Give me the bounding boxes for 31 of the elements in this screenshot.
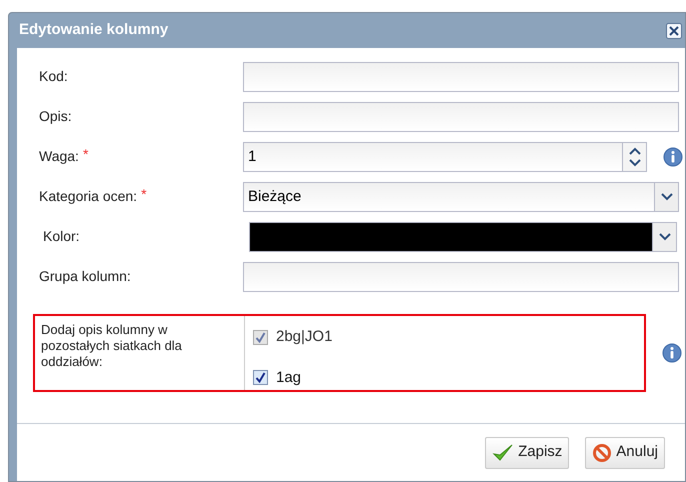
- field-label: Opis:: [39, 107, 72, 126]
- check-icon: [255, 372, 266, 384]
- field-label: Kategoria ocen:: [39, 187, 138, 206]
- field-label: Waga:: [39, 147, 79, 166]
- select-field[interactable]: Bieżące: [243, 182, 679, 212]
- required-mark: *: [82, 146, 88, 164]
- info-icon[interactable]: [663, 147, 683, 167]
- close-icon[interactable]: [666, 22, 682, 38]
- checkbox-label: 2bg|JO1: [276, 327, 332, 347]
- checkbox[interactable]: [253, 370, 268, 386]
- info-icon[interactable]: [662, 343, 682, 363]
- section-label: Dodaj opis kolumny w pozostałych siatkach dla oddziałów:: [41, 322, 183, 370]
- field-label: Kolor:: [43, 227, 80, 246]
- field-label: Kod:: [39, 67, 68, 86]
- text-field[interactable]: [243, 62, 679, 92]
- text-field[interactable]: [243, 102, 679, 132]
- required-mark: *: [141, 186, 147, 204]
- checkbox-label: 1ag: [276, 368, 302, 388]
- up-caret-icon[interactable]: [628, 147, 640, 155]
- text-field[interactable]: [243, 262, 679, 292]
- cancel-button[interactable]: Anuluj: [585, 436, 665, 468]
- save-button[interactable]: Zapisz: [485, 436, 570, 468]
- check-icon: [255, 332, 266, 343]
- checkmark-icon: [492, 442, 514, 462]
- caret-icon[interactable]: [628, 159, 640, 167]
- caret-icon[interactable]: [658, 233, 670, 241]
- prohibited-icon: [592, 442, 612, 462]
- number-field[interactable]: 1: [243, 142, 647, 172]
- field-label: Grupa kolumn:: [39, 267, 131, 286]
- window-title: Edytowanie kolumny: [19, 20, 168, 40]
- caret-icon[interactable]: [660, 193, 672, 201]
